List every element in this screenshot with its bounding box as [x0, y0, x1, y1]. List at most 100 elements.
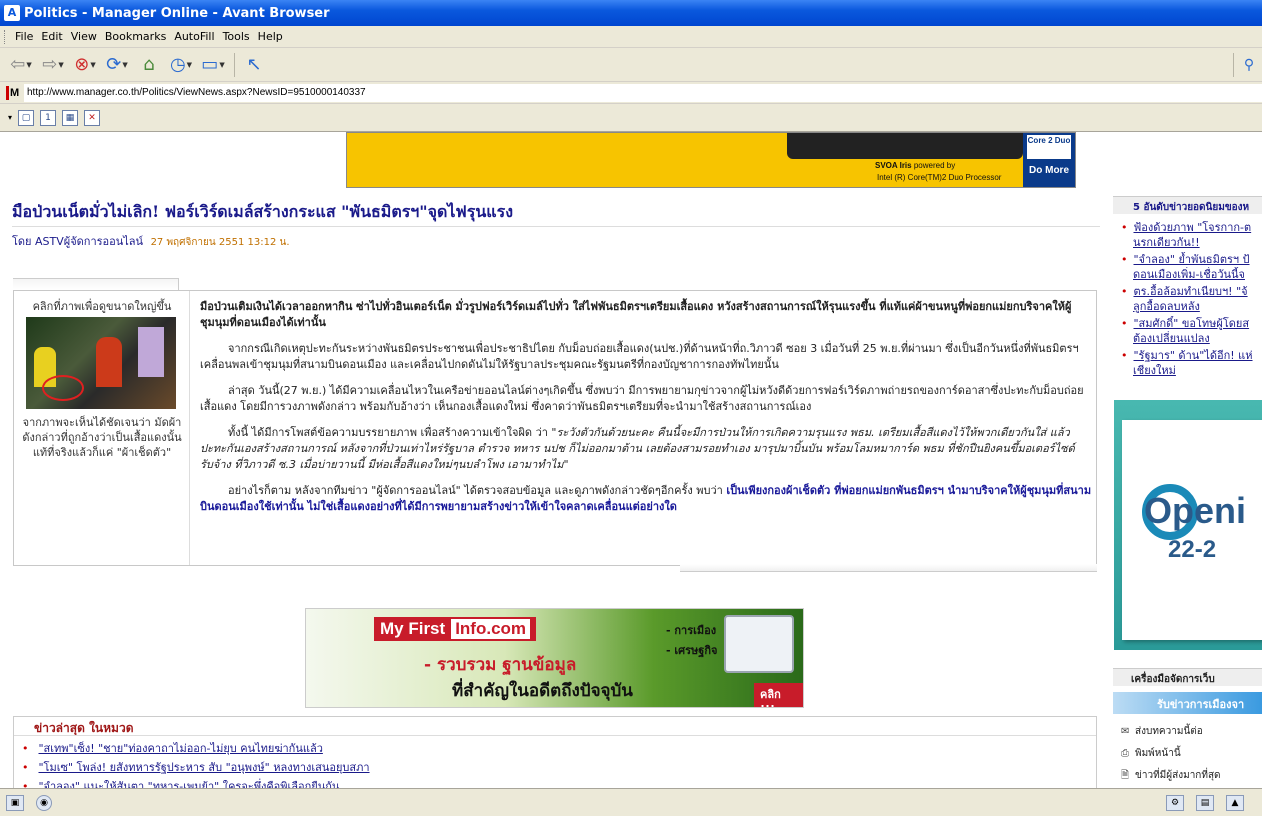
menu-grip [4, 29, 7, 44]
tile-windows-icon[interactable]: ▦ [62, 109, 79, 126]
list-item-cont: ต้องเปลี่ยนแปลง [1121, 331, 1262, 346]
ad-date-text: 22-2 [1168, 536, 1217, 563]
top-news-link[interactable]: ต้องเปลี่ยนแปลง [1133, 332, 1210, 345]
top-news-link[interactable]: ลูกอื้อดลบหลัง [1133, 300, 1200, 313]
search-icon: ⚲ [1243, 56, 1255, 73]
article-text: มือป่วนเติมเงินได้เวลาออกหากิน ซ่าไปทั่ว… [200, 299, 1092, 525]
bullet-icon: • [1121, 349, 1128, 362]
news-link[interactable]: "โมเซ" โพล่ง! ยสังทหารรัฐประหาร สับ "อนุ… [39, 761, 370, 774]
single-window-icon[interactable]: 1 [40, 109, 57, 126]
top-ad-banner[interactable]: SVOA Iris powered by Intel (R) Core(TM)2… [346, 132, 1076, 188]
article-box-bottom-decoration [680, 564, 1097, 572]
myfirstinfo-logo: My First Info.com [374, 617, 537, 641]
chevron-down-icon: ▼ [186, 60, 193, 69]
navigation-toolbar: ⇦ ▼ ⇨ ▼ ⊗ ▼ ⟳ ▼ ⌂ ◷ ▼ ▭ ▼ ↖ ⚲ [0, 48, 1262, 82]
article-date: 27 พฤศจิกายน 2551 13:12 น. [150, 237, 290, 248]
top-news-link[interactable]: "รัฐมาร" ด้าน"ได้อีก! แห่ [1134, 349, 1253, 362]
image-caption: จากภาพจะเห็นได้ชัดเจนว่า มัดผ้าดังกล่าวท… [22, 416, 182, 459]
top-news-link[interactable]: นรกเดียวกัน!! [1133, 236, 1200, 249]
right-ad-banner[interactable]: Openi 22-2 [1114, 400, 1262, 650]
ad-opening-text: Openi [1144, 490, 1247, 531]
article-tab-decoration [13, 278, 179, 290]
tab-toolbar: ▾ ▢ 1 ▦ ✕ [0, 104, 1262, 132]
article-body-box: คลิกที่ภาพเพื่อดูขนาดใหญ่ขึ้น จากภาพจะเห… [13, 290, 1097, 566]
chevron-down-icon: ▼ [26, 60, 32, 69]
ad-keyword-politics: - การเมือง [666, 624, 717, 637]
chevron-down-icon[interactable]: ▾ [8, 113, 12, 122]
do-more-button[interactable]: Do More [1029, 165, 1069, 176]
news-link[interactable]: "สเทพ"เซ็ง! "ชาย"ท่องคาถาไม่ออก-ไม่ยุบ ค… [39, 742, 323, 755]
globe-icon[interactable]: ◉ [36, 794, 52, 811]
menu-bookmarks[interactable]: Bookmarks [101, 30, 170, 43]
bullet-icon: • [1121, 317, 1128, 330]
avant-app-icon: A [4, 5, 20, 21]
core2-logo: Core 2 Duo [1027, 135, 1071, 159]
article-paragraph: ล่าสุด วันนี้(27 พ.ย.) ได้มีความเคลื่อนไ… [200, 384, 1084, 413]
list-item-cont: นรกเดียวกัน!! [1121, 235, 1262, 250]
ad-click-button[interactable]: คลิก !!! [754, 683, 803, 707]
most-sent-link[interactable]: 🗎 ข่าวที่มีผู้ส่งมากที่สุด [1121, 768, 1221, 785]
menu-edit[interactable]: Edit [37, 30, 66, 43]
divider [12, 226, 1100, 227]
forward-button[interactable]: ⇨ ▼ [38, 52, 68, 78]
mail-icon: ✉ [1121, 726, 1130, 737]
right-sidebar: 5 อันดับข่าวยอดนิยมของห • ฟ้องด้วยภาพ "โจ… [1113, 192, 1262, 788]
back-button[interactable]: ⇦ ▼ [6, 52, 36, 78]
send-article-link[interactable]: ✉ ส่งบทความนี้ต่อ [1121, 724, 1203, 739]
top-news-link[interactable]: ตร.อื้อล้อมทำเนียบฯ! "จ้ [1134, 285, 1248, 298]
top-news-link[interactable]: "สมศักดิ์" ขอโทษผู้โดยส [1134, 317, 1250, 330]
cursor-button[interactable]: ↖ [239, 52, 269, 78]
search-button[interactable]: ⚲ [1238, 52, 1260, 78]
subscribe-politics-button[interactable]: รับข่าวการเมืองจา [1113, 692, 1262, 714]
new-page-icon[interactable]: ▢ [18, 109, 35, 126]
bullet-icon: • [1121, 285, 1128, 298]
list-item-cont: ดอนเมืองเพิ่ม-เชื่อวันนี้จ [1121, 267, 1262, 282]
article-photo[interactable] [26, 317, 176, 409]
title-bar[interactable]: A Politics - Manager Online - Avant Brow… [0, 0, 1262, 26]
chevron-down-icon: ▼ [90, 60, 96, 69]
chevron-down-icon: ▼ [58, 60, 64, 69]
list-item: • "สมศักดิ์" ขอโทษผู้โดยส [1121, 316, 1262, 331]
intel-core-badge[interactable]: Core 2 Duo Do More [1023, 133, 1075, 187]
top-news-link[interactable]: ดอนเมืองเพิ่ม-เชื่อวันนี้จ [1133, 268, 1245, 281]
lock-icon[interactable]: ▲ [1226, 794, 1244, 811]
menu-tools[interactable]: Tools [219, 30, 254, 43]
list-item-cont: ลูกอื้อดลบหลัง [1121, 299, 1262, 314]
ad-line-2: ที่สำคัญในอดีตถึงปัจจุบัน [452, 681, 633, 701]
menu-autofill[interactable]: AutoFill [170, 30, 218, 43]
home-icon: ⌂ [143, 54, 155, 75]
pointer-icon: ↖ [246, 54, 262, 75]
address-input[interactable] [24, 83, 1262, 102]
page-viewport[interactable]: SVOA Iris powered by Intel (R) Core(TM)2… [0, 132, 1262, 788]
bullet-icon: • [1121, 221, 1128, 234]
article-paragraph: ทั้งนี้ ได้มีการโพสต์ข้อความบรรยายภาพ เพ… [200, 426, 1075, 471]
top-news-link[interactable]: ฟ้องด้วยภาพ "โจรกาก-ต [1134, 221, 1252, 234]
menu-file[interactable]: File [11, 30, 37, 43]
top-news-link[interactable]: "จำลอง" ย้ำพันธมิตรฯ ป้ [1134, 253, 1250, 266]
top5-header: 5 อันดับข่าวยอดนิยมของห [1113, 196, 1262, 214]
list-item-cont: เชียงใหม่ [1121, 363, 1262, 378]
network-icon[interactable]: ⚙ [1166, 794, 1184, 811]
stop-button[interactable]: ⊗ ▼ [70, 52, 100, 78]
author: โดย ASTVผู้จัดการออนไลน์ [12, 235, 144, 248]
list-item: • "จำลอง" แนะให้สันตา "ทหาร-เพมย้า" ใครจะ… [22, 777, 339, 788]
news-link[interactable]: "จำลอง" แนะให้สันตา "ทหาร-เพมย้า" ใครจะพ… [39, 780, 340, 788]
menu-view[interactable]: View [67, 30, 101, 43]
toolbar-separator [234, 52, 235, 77]
print-page-link[interactable]: ⎙ พิมพ์หน้านี้ [1121, 746, 1181, 761]
article-byline: โดย ASTVผู้จัดการออนไลน์ 27 พฤศจิกายน 25… [12, 232, 290, 250]
page-status-icon[interactable]: ▣ [6, 794, 24, 811]
home-button[interactable]: ⌂ [134, 52, 164, 78]
window-button[interactable]: ▭ ▼ [198, 52, 228, 78]
computer-icon[interactable]: ▤ [1196, 794, 1214, 811]
menu-help[interactable]: Help [254, 30, 287, 43]
top-news-link[interactable]: เชียงใหม่ [1133, 364, 1176, 377]
myfirstinfo-ad-banner[interactable]: My First Info.com - รวบรวม ฐานข้อมูล ที่ส… [305, 608, 804, 708]
window-icon: ▭ [201, 54, 219, 75]
chevron-down-icon: ▼ [122, 60, 128, 69]
article-paragraph: อย่างไรก็ตาม หลังจากทีมข่าว "ผู้จัดการออ… [200, 484, 1092, 513]
refresh-button[interactable]: ⟳ ▼ [102, 52, 132, 78]
history-button[interactable]: ◷ ▼ [166, 52, 196, 78]
close-tab-icon[interactable]: ✕ [84, 109, 101, 126]
list-item: • ตร.อื้อล้อมทำเนียบฯ! "จ้ [1121, 284, 1262, 299]
